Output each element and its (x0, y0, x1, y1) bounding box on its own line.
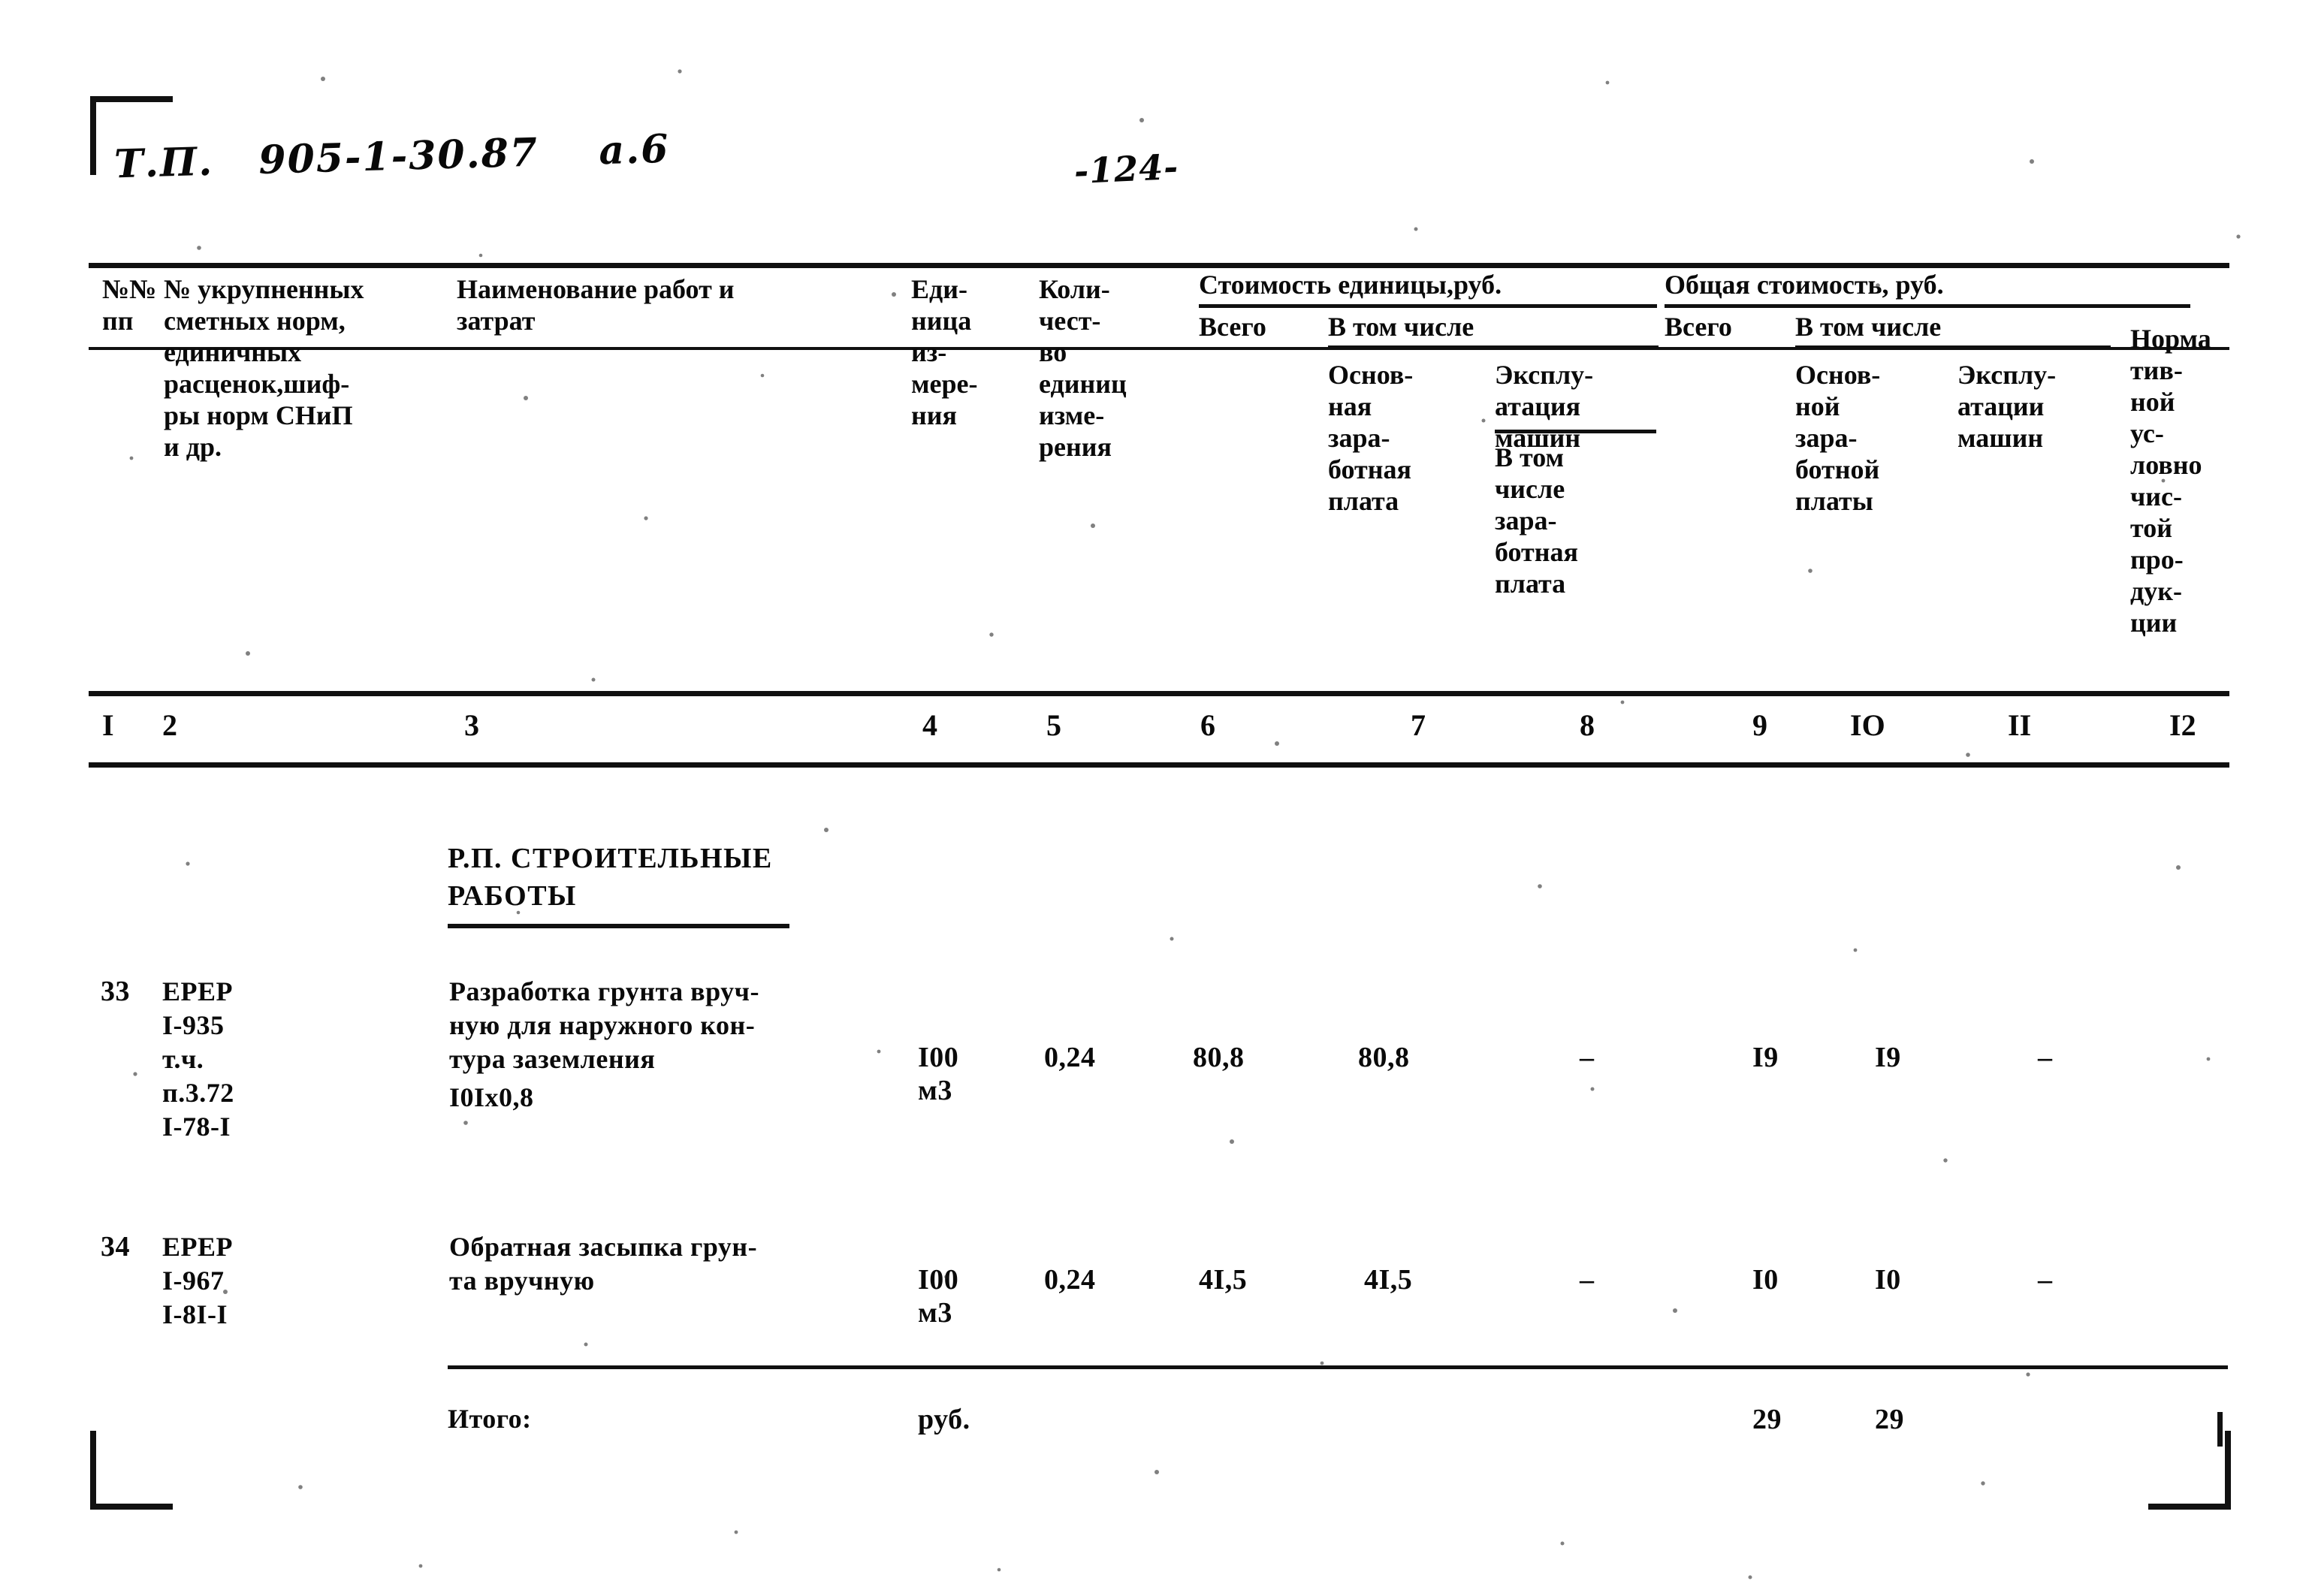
header-col-1: №№ пп (102, 274, 157, 336)
totals-separator-rule (448, 1365, 2228, 1369)
row-number: 34 (101, 1231, 130, 1263)
row-work-name: Обратная засыпка грун- та вручную (449, 1232, 758, 1296)
page-number: -124- (1073, 146, 1180, 192)
header-col-10: Основ- ной зара- ботной платы (1795, 360, 1881, 516)
underline-incl-right (1795, 345, 2111, 349)
row-total-cost: I9 (1752, 1042, 1779, 1073)
corner-mark-top-left (90, 96, 173, 175)
column-number-1: I (102, 708, 114, 742)
column-number-10: IO (1850, 708, 1885, 742)
column-number-3: 3 (464, 708, 479, 742)
section-title: Р.П. СТРОИТЕЛЬНЫЕ РАБОТЫ (448, 843, 773, 912)
totals-label: Итого: (448, 1404, 532, 1434)
handwritten-document-code: Т.П. 905-1-30.87 а.6 (113, 125, 671, 188)
column-number-8: 8 (1580, 708, 1595, 742)
header-col-8-machines: Эксплу- атация машин (1495, 360, 1594, 453)
row-unit-cost-total: 4I,5 (1199, 1264, 1248, 1296)
row-unit-cost-wage: 80,8 (1358, 1042, 1410, 1073)
header-group-total-cost: Общая стоимость, руб. (1665, 270, 1944, 300)
row-unit-cost-wage: 4I,5 (1364, 1264, 1413, 1296)
header-col-8-included-wage: В том числе зара- ботная плата (1495, 442, 1578, 599)
header-col-7: Основ- ная зара- ботная плата (1328, 360, 1414, 516)
row-work-name: Разработка грунта вруч- ную для наружног… (449, 976, 759, 1074)
totals-total-cost-wage: 29 (1875, 1404, 1904, 1435)
column-number-4: 4 (922, 708, 937, 742)
row-unit-cost-machines: – (1580, 1264, 1594, 1296)
header-col-6: Всего (1199, 312, 1266, 342)
row-code: ЕРЕР I-967 I-8I-I (162, 1232, 234, 1329)
header-col-2: № укрупненных сметных норм, единичных ра… (164, 274, 364, 462)
header-group-included-left: В том числе (1328, 312, 1474, 342)
totals-unit: руб. (918, 1404, 970, 1435)
row-code: ЕРЕР I-935 т.ч. п.3.72 I-78-I (162, 976, 234, 1142)
header-group-included-right: В том числе (1795, 312, 1942, 342)
row-quantity: 0,24 (1044, 1264, 1096, 1296)
header-col-11: Эксплу- атации машин (1957, 360, 2057, 453)
table-colnum-top-rule (89, 691, 2229, 696)
header-group-unit-cost: Стоимость единицы,руб. (1199, 270, 1502, 300)
header-col-9: Всего (1665, 312, 1732, 342)
header-col-12: Норма тив- ной ус- ловно чис- той про- д… (2130, 324, 2211, 638)
header-col-5: Коли- чест- во единиц изме- рения (1039, 274, 1127, 462)
row-unit-cost-total: 80,8 (1193, 1042, 1245, 1073)
row-total-cost-machines: – (2038, 1042, 2052, 1073)
row-quantity: 0,24 (1044, 1042, 1096, 1073)
header-col-4: Еди- ница из- мере- ния (911, 274, 978, 430)
column-number-7: 7 (1411, 708, 1426, 742)
underline-total-cost-group (1665, 304, 2190, 308)
row-work-name-extra: I0Iх0,8 (449, 1082, 534, 1112)
row-total-cost-machines: – (2038, 1264, 2052, 1296)
row-number: 33 (101, 976, 130, 1007)
row-unit: I00 м3 (918, 1264, 959, 1329)
totals-total-cost: 29 (1752, 1404, 1782, 1435)
column-number-12: I2 (2169, 708, 2196, 742)
column-number-6: 6 (1200, 708, 1215, 742)
column-number-11: II (2008, 708, 2032, 742)
table-top-rule (89, 263, 2229, 268)
table-colnum-bottom-rule (89, 762, 2229, 768)
row-unit: I00 м3 (918, 1042, 959, 1106)
row-unit-cost-machines: – (1580, 1042, 1594, 1073)
row-total-cost-wage: I0 (1875, 1264, 1901, 1296)
underline-section-title (448, 924, 789, 928)
corner-mark-right-tick (2217, 1412, 2225, 1447)
cost-estimate-table: №№ пп № укрупненных сметных норм, единич… (89, 263, 2229, 1502)
column-number-2: 2 (162, 708, 177, 742)
row-total-cost: I0 (1752, 1264, 1779, 1296)
corner-mark-bottom-left (90, 1431, 173, 1510)
underline-unit-cost-group (1199, 304, 1657, 308)
row-total-cost-wage: I9 (1875, 1042, 1901, 1073)
header-col-3: Наименование работ и затрат (457, 274, 735, 336)
underline-incl-left (1328, 345, 1659, 349)
column-number-9: 9 (1752, 708, 1767, 742)
column-number-5: 5 (1046, 708, 1061, 742)
